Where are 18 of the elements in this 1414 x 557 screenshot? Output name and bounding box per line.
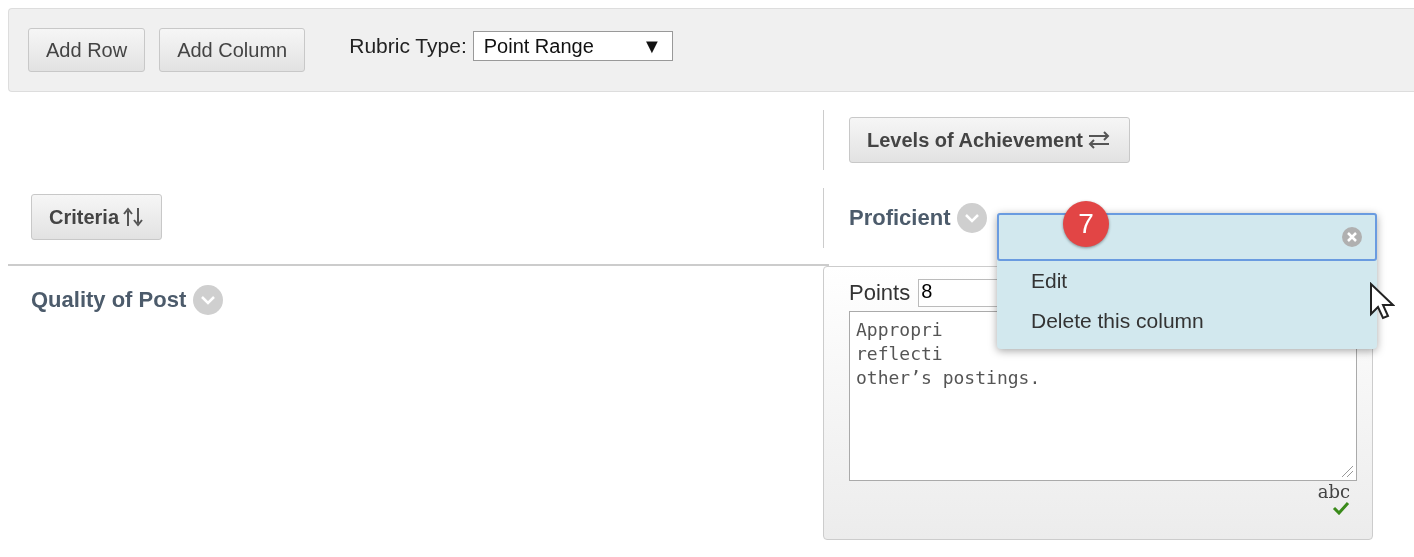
step-badge: 7 xyxy=(1063,201,1109,247)
level-title: Proficient xyxy=(849,205,951,231)
points-label: Points xyxy=(849,280,911,306)
sort-icon xyxy=(122,206,145,228)
chevron-down-icon[interactable] xyxy=(956,202,989,234)
swap-icon xyxy=(1086,129,1112,151)
criterion-title: Quality of Post xyxy=(31,287,187,313)
levels-button[interactable]: Levels of Achievement xyxy=(849,117,1130,163)
resize-handle-icon[interactable] xyxy=(1340,464,1354,478)
menu-search-field[interactable] xyxy=(997,213,1377,261)
toolbar-button[interactable]: Add Column xyxy=(159,28,306,72)
criteria-button[interactable]: Criteria xyxy=(31,194,163,240)
clear-icon[interactable] xyxy=(1341,226,1363,248)
rubric-type-label: Rubric Type: xyxy=(349,34,467,58)
toolbar-button[interactable]: Add Row xyxy=(28,28,146,72)
chevron-down-icon[interactable] xyxy=(192,284,225,316)
cursor-icon xyxy=(1369,282,1395,322)
rubric-type-select[interactable]: Point Range ▼ xyxy=(472,31,673,61)
